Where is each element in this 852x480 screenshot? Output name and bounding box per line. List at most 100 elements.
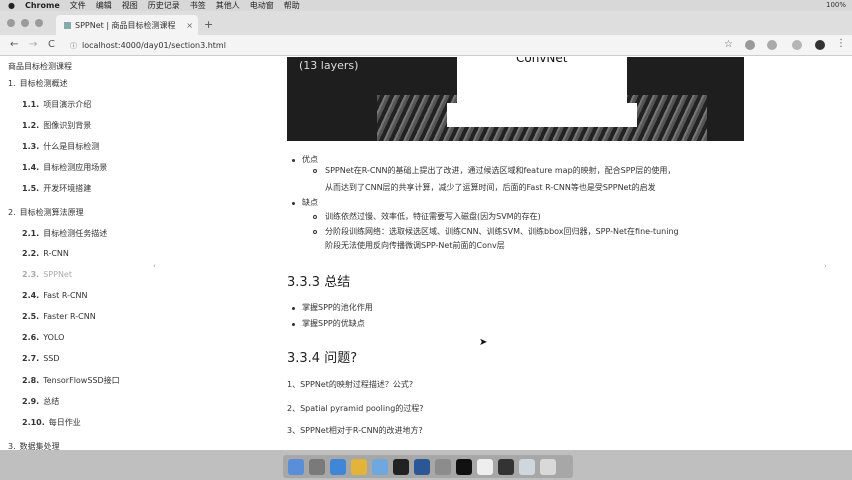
menu-kebab-icon[interactable]: ⋮ [836,38,846,49]
typora-icon[interactable] [477,458,493,475]
sidebar-item-number: 1.5. [22,184,40,193]
apple-menu-icon[interactable]: ● [8,0,15,11]
toolbar: ← → C ⓘ localhost:4000/day01/section3.ht… [0,35,852,56]
sidebar-item[interactable]: 2.6. YOLO [22,333,64,342]
launchpad-icon[interactable] [309,458,325,475]
sidebar-item[interactable]: 2. 目标检测算法原理 [8,207,84,218]
sidebar-item-number: 2.5. [22,312,40,321]
bullet [292,307,295,310]
sidebar-item[interactable]: 1. 目标检测概述 [8,78,68,89]
sidebar-item-label: YOLO [43,333,65,342]
next-page-button[interactable]: › [824,262,827,270]
cons-item-2-line2: 阶段无法使用反向传播微调SPP-Net前面的Conv层 [325,241,505,250]
menu-file[interactable]: 文件 [70,0,86,11]
folder-icon[interactable] [372,458,388,475]
new-tab-button[interactable]: + [204,18,213,31]
menu-history[interactable]: 历史记录 [148,0,180,11]
sidebar-item[interactable]: 2.10. 每日作业 [22,417,81,428]
sidebar-item-number: 2. [8,208,16,217]
chrome-icon[interactable] [351,458,367,475]
finder-icon[interactable] [288,458,304,475]
sidebar-item[interactable]: 1.2. 图像识别背景 [22,120,91,131]
question-3: 3、SPPNet相对于R-CNN的改进地方? [287,426,423,435]
extension-icon[interactable] [767,40,777,50]
sidebar-item-label: SSD [43,354,60,363]
figure-layers-label: (13 layers) [299,59,359,72]
sidebar-item-label: R-CNN [43,249,69,258]
sidebar-item-label: SPPNet [43,270,72,279]
sidebar-item-label: TensorFlowSSD接口 [43,376,120,385]
menu-edit[interactable]: 编辑 [96,0,112,11]
preview-icon[interactable] [519,458,535,475]
sidebar-item[interactable]: 1.4. 目标检测应用场景 [22,162,107,173]
obs-icon[interactable] [498,458,514,475]
menu-chrome[interactable]: Chrome [25,0,60,11]
sidebar-item[interactable]: 2.4. Fast R-CNN [22,291,88,300]
sidebar-item[interactable]: 2.7. SSD [22,354,60,363]
extension-icon[interactable] [792,40,802,50]
sidebar-item[interactable]: 2.8. TensorFlowSSD接口 [22,375,120,386]
bookmark-star-icon[interactable]: ☆ [724,39,733,50]
sidebar-item[interactable]: 2.9. 总结 [22,396,59,407]
sidebar-item[interactable]: 1.3. 什么是目标检测 [22,141,99,152]
extension-icon[interactable] [745,40,755,50]
menu-help[interactable]: 帮助 [284,0,300,11]
safari-icon[interactable] [330,458,346,475]
sidebar-item[interactable]: 2.1. 目标检测任务描述 [22,228,107,239]
pros-text-line1: SPPNet在R-CNN的基础上提出了改进，通过候选区域和feature map… [325,166,676,175]
prev-page-button[interactable]: ‹ [153,262,156,270]
sidebar-item-number: 1. [8,79,16,88]
sidebar-item-number: 2.6. [22,333,40,342]
window-controls [7,19,43,27]
summary-heading: 3.3.3 总结 [287,275,351,290]
sidebar-item-label: 每日作业 [48,418,81,427]
sidebar-item-label: 目标检测应用场景 [43,163,108,172]
reload-button[interactable]: C [48,39,55,50]
sidebar-item[interactable]: 2.5. Faster R-CNN [22,312,96,321]
back-button[interactable]: ← [10,39,18,50]
favicon-icon [64,21,71,29]
url-text[interactable]: localhost:4000/day01/section3.html [82,41,226,50]
sidebar-item[interactable]: 2.2. R-CNN [22,249,69,258]
bullet [292,202,295,205]
terminal-icon[interactable] [456,458,472,475]
sidebar-item-label: Fast R-CNN [43,291,88,300]
sidebar-item-number: 2.2. [22,249,40,258]
tab-active[interactable]: SPPNet | 商品目标检测课程 × [56,15,198,35]
sidebar-item-number: 1.1. [22,100,40,109]
profile-avatar[interactable] [815,40,825,50]
sidebar-item[interactable]: 2.3. SPPNet [22,270,72,279]
info-icon[interactable]: ⓘ [70,41,77,51]
sidebar-item-label: 目标检测任务描述 [43,229,108,238]
question-1: 1、SPPNet的映射过程描述？公式? [287,380,414,389]
sidebar-item[interactable]: 1.1. 项目演示介绍 [22,99,91,110]
menu-bookmarks[interactable]: 书签 [190,0,206,11]
pycharm-icon[interactable] [393,458,409,475]
zoom-window-button[interactable] [35,19,43,27]
sidebar-item-number: 2.10. [22,418,45,427]
close-tab-icon[interactable]: × [186,21,193,30]
settings-icon[interactable] [435,458,451,475]
trash-icon[interactable] [540,458,556,475]
sidebar-item[interactable]: 1.5. 开发环境搭建 [22,183,91,194]
menu-people[interactable]: 其他人 [216,0,240,11]
mouse-cursor-icon: ➤ [479,337,488,348]
questions-heading: 3.3.4 问题? [287,351,358,366]
sidebar-item-label: 目标检测概述 [19,79,68,88]
bullet [313,230,317,234]
sidebar-item-label: 项目演示介绍 [43,100,92,109]
sidebar-item-number: 1.3. [22,142,40,151]
tab-bar: SPPNet | 商品目标检测课程 × + [0,11,852,35]
sidebar-title[interactable]: 商品目标检测课程 [8,61,72,72]
word-icon[interactable] [414,458,430,475]
address-bar[interactable]: ⓘ localhost:4000/day01/section3.html [70,38,730,53]
bullet [313,169,317,173]
menu-view[interactable]: 视图 [122,0,138,11]
minimize-window-button[interactable] [21,19,29,27]
forward-button[interactable]: → [29,39,37,50]
sidebar-item-number: 2.3. [22,270,40,279]
menu-window[interactable]: 电动窗 [250,0,274,11]
dock [283,455,573,478]
status-area: 100% [816,0,846,11]
close-window-button[interactable] [7,19,15,27]
